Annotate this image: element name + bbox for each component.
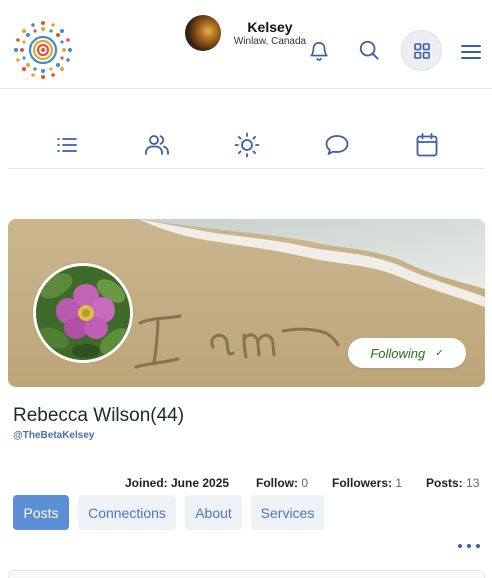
following-button[interactable]: Following ✓ <box>348 338 466 368</box>
tab-connections[interactable]: Connections <box>78 495 176 530</box>
chat-bubble-icon[interactable] <box>323 132 351 158</box>
list-icon[interactable] <box>53 132 81 158</box>
stat-joined: Joined: June 2025 <box>125 476 229 490</box>
profile-name: Rebecca Wilson(44) <box>13 405 185 426</box>
calendar-icon[interactable] <box>413 132 441 158</box>
stat-follow[interactable]: Follow: 0 <box>256 476 308 490</box>
apps-grid-icon <box>413 42 430 59</box>
stat-posts-label: Posts: <box>426 476 463 490</box>
following-label: Following <box>370 345 426 361</box>
top-header: Kelsey Winlaw, Canada <box>0 0 492 89</box>
user-name[interactable]: Kelsey <box>231 19 309 35</box>
more-dot <box>458 544 462 548</box>
stat-followers-label: Followers: <box>332 476 393 490</box>
stat-followers-value: 1 <box>395 476 403 490</box>
stat-followers[interactable]: Followers: 1 <box>332 476 402 490</box>
stat-follow-value: 0 <box>301 476 309 490</box>
more-dot <box>476 544 480 548</box>
profile-picture[interactable] <box>33 263 133 363</box>
site-logo[interactable] <box>13 20 73 80</box>
hamburger-menu-icon[interactable] <box>458 38 484 64</box>
stat-posts-value: 13 <box>466 476 480 490</box>
more-options-icon[interactable] <box>458 539 480 553</box>
tab-services[interactable]: Services <box>251 495 324 530</box>
people-icon[interactable] <box>143 132 171 158</box>
apps-grid-button[interactable] <box>401 30 442 71</box>
section-icon-nav <box>8 118 484 169</box>
content-card <box>8 570 485 578</box>
user-location: Winlaw, Canada <box>233 36 307 47</box>
stat-follow-label: Follow: <box>256 476 298 490</box>
tab-posts[interactable]: Posts <box>13 495 69 530</box>
stat-joined-label: Joined: June 2025 <box>125 476 230 490</box>
sun-icon[interactable] <box>233 132 261 158</box>
search-icon[interactable] <box>356 37 382 63</box>
check-icon: ✓ <box>435 347 444 359</box>
profile-handle[interactable]: @TheBetaKelsey <box>13 430 94 441</box>
notification-bell-icon[interactable] <box>306 38 332 64</box>
tab-about[interactable]: About <box>185 495 242 530</box>
more-dot <box>467 544 471 548</box>
stat-posts[interactable]: Posts: 13 <box>426 476 479 490</box>
user-avatar[interactable] <box>185 15 221 51</box>
